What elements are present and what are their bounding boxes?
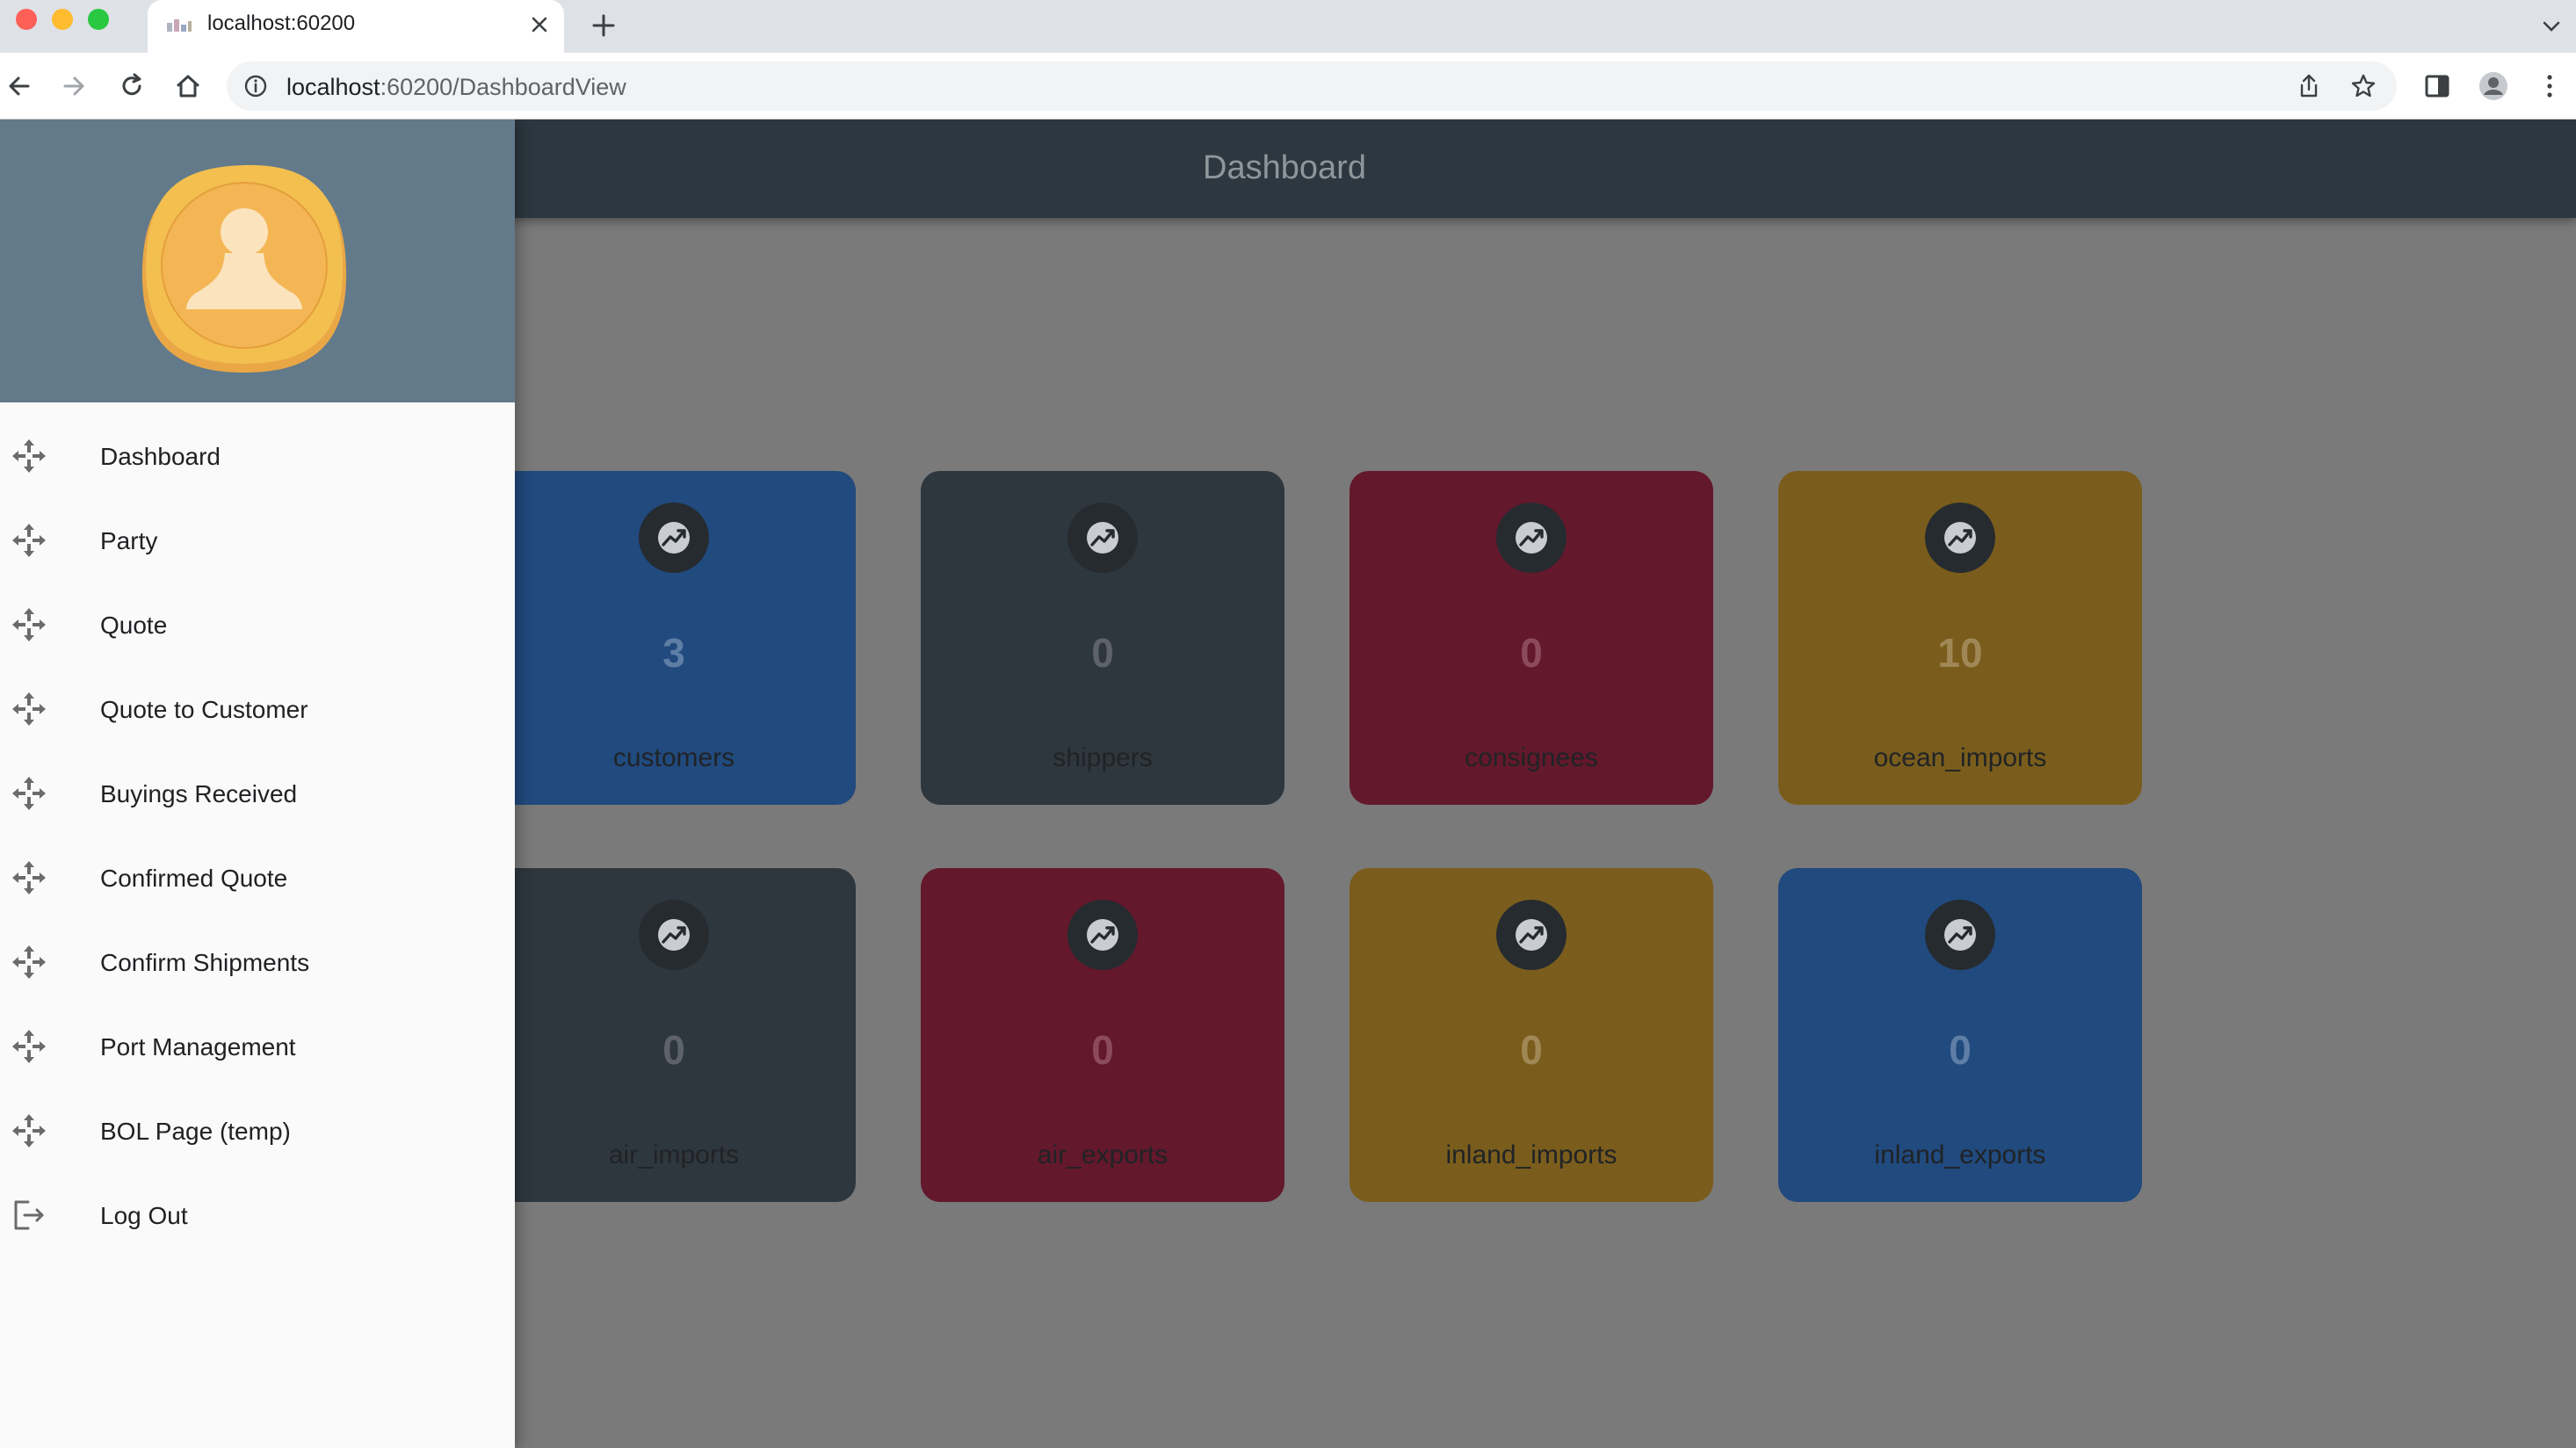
tab-title: localhost:60200 [207, 11, 356, 35]
drawer-item-bol-page-temp[interactable]: BOL Page (temp) [0, 1088, 515, 1172]
stat-label: ocean_imports [1873, 743, 2047, 772]
navigation-drawer: Dashboard Party Quote Quote to Customer Buyi… [0, 119, 515, 1448]
plus-icon[interactable] [589, 11, 619, 40]
drawer-item-confirmed-quote[interactable]: Confirmed Quote [0, 835, 515, 919]
stat-value: 0 [1520, 630, 1543, 676]
stat-card-air-imports[interactable]: 0 air_imports [492, 868, 856, 1202]
window-zoom-button[interactable] [88, 9, 109, 30]
move-icon [11, 859, 47, 896]
sidepanel-icon[interactable] [2421, 70, 2453, 102]
move-icon [11, 944, 47, 981]
reload-icon[interactable] [116, 70, 148, 102]
trending-up-icon [1925, 900, 1995, 970]
info-icon[interactable] [242, 73, 269, 99]
move-icon [11, 691, 47, 728]
logout-icon [11, 1197, 47, 1234]
app-viewport: Dashboard 3 customers 0 shippers 0 consignees… [0, 119, 2576, 1448]
trending-up-icon [1067, 503, 1138, 573]
move-icon [11, 438, 47, 474]
stat-label: customers [612, 743, 735, 772]
trending-up-icon [639, 900, 709, 970]
user-avatar-icon[interactable] [137, 162, 351, 378]
drawer-item-label: Confirmed Quote [100, 865, 288, 892]
trending-up-icon [1067, 900, 1138, 970]
stat-value: 3 [662, 630, 685, 676]
drawer-item-party[interactable]: Party [0, 497, 515, 582]
browser-toolbar: localhost:60200/DashboardView [0, 53, 2576, 119]
drawer-item-label: Buyings Received [100, 780, 298, 807]
stat-card-customers[interactable]: 3 customers [492, 471, 856, 805]
stat-label: inland_imports [1445, 1140, 1617, 1169]
drawer-item-dashboard[interactable]: Dashboard [0, 413, 515, 497]
drawer-item-label: BOL Page (temp) [100, 1118, 291, 1145]
favicon-icon [167, 19, 192, 32]
drawer-item-label: Log Out [100, 1202, 188, 1229]
stat-card-inland-imports[interactable]: 0 inland_imports [1350, 868, 1713, 1202]
stat-card-air-exports[interactable]: 0 air_exports [921, 868, 1284, 1202]
drawer-item-quote-to-customer[interactable]: Quote to Customer [0, 666, 515, 750]
drawer-header [0, 119, 515, 402]
drawer-item-confirm-shipments[interactable]: Confirm Shipments [0, 919, 515, 1003]
stat-value: 0 [1949, 1027, 1972, 1073]
move-icon [11, 522, 47, 559]
drawer-item-label: Confirm Shipments [100, 949, 310, 976]
drawer-item-port-management[interactable]: Port Management [0, 1003, 515, 1088]
browser-tabstrip: localhost:60200 [0, 0, 2576, 53]
stat-label: air_exports [1037, 1140, 1169, 1169]
trending-up-icon [1925, 503, 1995, 573]
drawer-item-label: Quote to Customer [100, 696, 308, 723]
stat-label: consignees [1465, 743, 1598, 772]
url-path: :60200/DashboardView [380, 74, 626, 100]
stat-value: 0 [1520, 1027, 1543, 1073]
kebab-menu-icon[interactable] [2534, 70, 2565, 102]
stat-label: air_imports [608, 1140, 740, 1169]
drawer-item-quote[interactable]: Quote [0, 582, 515, 666]
window-minimize-button[interactable] [52, 9, 73, 30]
drawer-item-label: Port Management [100, 1033, 296, 1061]
stat-value: 0 [1091, 630, 1114, 676]
url-host: localhost [286, 74, 380, 100]
stat-label: shippers [1053, 743, 1153, 772]
stat-card-consignees[interactable]: 0 consignees [1350, 471, 1713, 805]
drawer-item-label: Quote [100, 612, 168, 639]
stat-value: 0 [1091, 1027, 1114, 1073]
forward-icon[interactable] [58, 70, 90, 102]
trending-up-icon [639, 503, 709, 573]
drawer-item-buyings-received[interactable]: Buyings Received [0, 750, 515, 835]
profile-icon[interactable] [2478, 70, 2509, 102]
drawer-item-log-out[interactable]: Log Out [0, 1172, 515, 1256]
browser-tab-active[interactable]: localhost:60200 [148, 0, 564, 53]
stat-value: 0 [662, 1027, 685, 1073]
move-icon [11, 1112, 47, 1149]
drawer-item-label: Dashboard [100, 443, 221, 470]
move-icon [11, 1028, 47, 1065]
stat-card-shippers[interactable]: 0 shippers [921, 471, 1284, 805]
trending-up-icon [1496, 900, 1567, 970]
address-bar[interactable]: localhost:60200/DashboardView [227, 62, 2397, 111]
drawer-item-label: Party [100, 527, 158, 554]
window-close-button[interactable] [16, 9, 37, 30]
move-icon [11, 775, 47, 812]
stat-card-ocean-imports[interactable]: 10 ocean_imports [1778, 471, 2142, 805]
url-text[interactable]: localhost:60200/DashboardView [286, 74, 626, 101]
home-icon[interactable] [172, 70, 204, 102]
star-icon[interactable] [2349, 72, 2377, 100]
page-title: Dashboard [1203, 149, 1366, 186]
trending-up-icon [1496, 503, 1567, 573]
move-icon [11, 606, 47, 643]
stat-card-inland-exports[interactable]: 0 inland_exports [1778, 868, 2142, 1202]
chevron-down-icon[interactable] [2539, 14, 2564, 39]
back-icon[interactable] [4, 70, 35, 102]
close-icon[interactable] [527, 12, 552, 37]
stat-label: inland_exports [1874, 1140, 2046, 1169]
stat-value: 10 [1937, 630, 1983, 676]
share-icon[interactable] [2295, 72, 2323, 100]
